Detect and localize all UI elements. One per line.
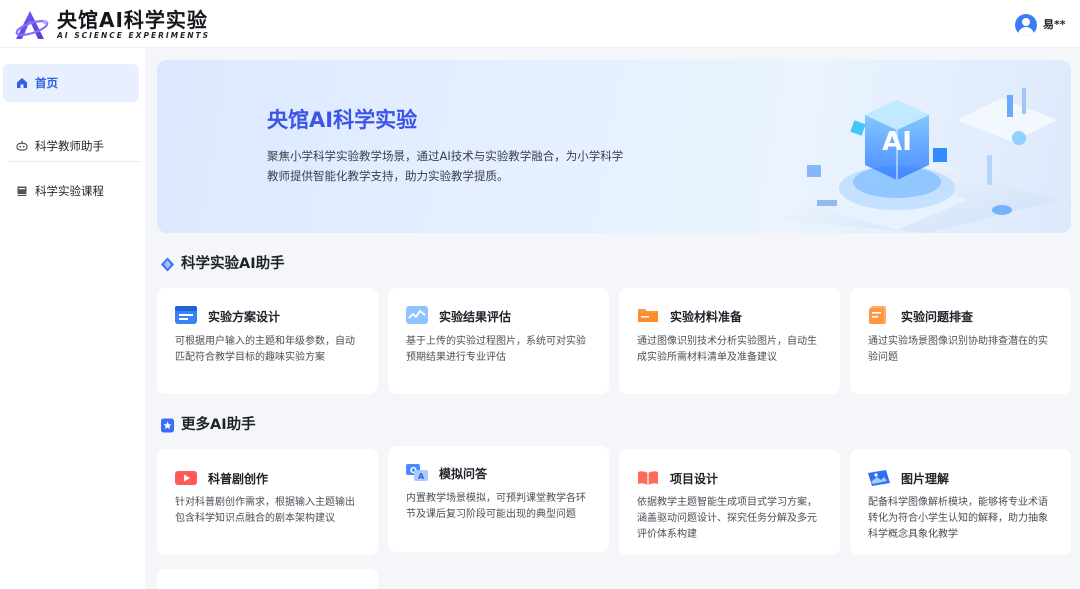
- username[interactable]: 易**: [1043, 17, 1066, 33]
- section-title-science-ai: 科学实验AI助手: [160, 254, 285, 274]
- card-image-understanding[interactable]: 图片理解 配备科学图像解析模块，能够将专业术语转化为符合小学生认知的解释，助力抽…: [850, 449, 1071, 555]
- card-description: 可根据用户输入的主题和年级参数，自动匹配符合教学目标的趣味实验方案: [175, 336, 355, 363]
- brand-subtitle: AI SCIENCE EXPERIMENTS: [57, 31, 211, 40]
- svg-text:A: A: [418, 472, 425, 481]
- brand-title: 央馆AI科学实验: [57, 8, 208, 32]
- card-title: 实验结果评估: [439, 310, 512, 324]
- sidebar: 首页 科学教师助手 科学实验课程: [0, 48, 145, 589]
- open-book-icon: [638, 471, 658, 485]
- card-title: 实验方案设计: [208, 310, 281, 324]
- home-icon: [16, 77, 28, 89]
- book-icon: [16, 185, 28, 197]
- sidebar-item-teacher-assistant[interactable]: 科学教师助手: [3, 127, 139, 165]
- star-badge-icon: [160, 418, 175, 433]
- sidebar-item-label: 科学实验课程: [35, 184, 104, 198]
- banner-title: 央馆AI科学实验: [267, 108, 418, 132]
- section-title-more-ai: 更多AI助手: [160, 415, 256, 435]
- card-description: 通过实验场景图像识别协助排查潜在的实验问题: [868, 336, 1048, 363]
- card-title: 科普剧创作: [208, 472, 269, 486]
- video-icon: [175, 471, 197, 485]
- notes-icon: [869, 306, 886, 324]
- hero-banner: 央馆AI科学实验 聚焦小学科学实验教学场景，通过AI技术与实验教学融合，为小学科…: [157, 60, 1071, 233]
- logo-icon[interactable]: [14, 9, 50, 41]
- card-simulated-qa[interactable]: QA 模拟问答 内置教学场景模拟，可预判课堂教学各环节及课后复习阶段可能出现的典…: [388, 446, 609, 552]
- card-description: 针对科普剧创作需求，根据输入主题输出包含科学知识点融合的剧本架构建议: [175, 497, 355, 524]
- user-avatar[interactable]: [1015, 14, 1037, 36]
- card-description: 内置教学场景模拟，可预判课堂教学各环节及课后复习阶段可能出现的典型问题: [406, 493, 586, 520]
- card-description: 依据教学主题智能生成项目式学习方案，涵盖驱动问题设计、探究任务分解及多元评价体系…: [637, 497, 817, 540]
- card-experiment-design[interactable]: 实验方案设计 可根据用户输入的主题和年级参数，自动匹配符合教学目标的趣味实验方案: [157, 288, 378, 394]
- card-description: 配备科学图像解析模块，能够将专业术语转化为符合小学生认知的解释，助力抽象科学概念…: [868, 497, 1048, 540]
- card-project-design[interactable]: 项目设计 依据教学主题智能生成项目式学习方案，涵盖驱动问题设计、探究任务分解及多…: [619, 449, 840, 555]
- document-icon: [175, 306, 197, 324]
- ai-lab-illustration: AI: [777, 88, 1057, 233]
- card-material-preparation[interactable]: 实验材料准备 通过图像识别技术分析实验图片，自动生成实验所需材料清单及准备建议: [619, 288, 840, 394]
- card-partial[interactable]: [157, 569, 378, 589]
- card-result-evaluation[interactable]: 实验结果评估 基于上传的实验过程图片，系统可对实验预期结果进行专业评估: [388, 288, 609, 394]
- chart-icon: [406, 306, 428, 324]
- card-title: 项目设计: [670, 472, 719, 486]
- banner-description: 聚焦小学科学实验教学场景，通过AI技术与实验教学融合，为小学科学教师提供智能化教…: [267, 149, 624, 183]
- sidebar-item-label: 科学教师助手: [35, 139, 104, 153]
- card-problem-troubleshooting[interactable]: 实验问题排查 通过实验场景图像识别协助排查潜在的实验问题: [850, 288, 1071, 394]
- card-description: 通过图像识别技术分析实验图片，自动生成实验所需材料清单及准备建议: [637, 336, 817, 363]
- card-title: 实验材料准备: [670, 310, 743, 324]
- card-title: 图片理解: [901, 472, 950, 486]
- robot-icon: [16, 140, 28, 152]
- qa-icon: QA: [406, 464, 428, 481]
- section-title-text: 科学实验AI助手: [181, 256, 285, 272]
- sidebar-item-courses[interactable]: 科学实验课程: [3, 172, 139, 210]
- sidebar-item-home[interactable]: 首页: [3, 64, 139, 102]
- card-title: 实验问题排查: [901, 310, 974, 324]
- diamond-icon: [160, 257, 175, 272]
- card-description: 基于上传的实验过程图片，系统可对实验预期结果进行专业评估: [406, 336, 586, 363]
- card-title: 模拟问答: [439, 467, 488, 481]
- sidebar-item-label: 首页: [35, 76, 58, 90]
- top-header: 央馆AI科学实验 AI SCIENCE EXPERIMENTS 易**: [0, 0, 1080, 48]
- card-science-drama[interactable]: 科普剧创作 针对科普剧创作需求，根据输入主题输出包含科学知识点融合的剧本架构建议: [157, 449, 378, 555]
- folder-icon: [638, 309, 658, 322]
- section-title-text: 更多AI助手: [181, 417, 256, 433]
- image-icon: [868, 470, 890, 486]
- ai-cube-label: AI: [882, 127, 912, 157]
